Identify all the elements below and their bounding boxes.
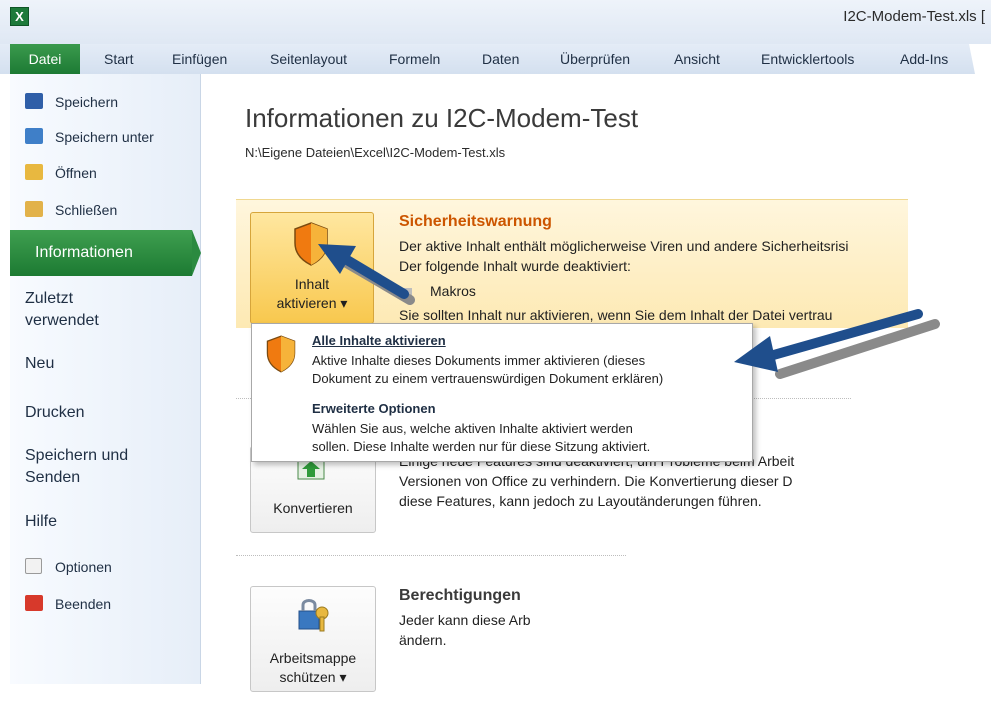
bullet-icon bbox=[404, 288, 412, 296]
section-divider bbox=[236, 555, 626, 556]
nav-info-label: Informationen bbox=[35, 244, 133, 261]
title-bar: X I2C-Modem-Test.xls [ bbox=[0, 0, 991, 44]
tab-datei[interactable]: Datei bbox=[10, 44, 80, 74]
security-warning-title: Sicherheitswarnung bbox=[399, 213, 552, 230]
enable-content-label-1: Inhalt bbox=[294, 276, 330, 292]
menu-item-enable-all-desc-1: Aktive Inhalte dieses Dokuments immer ak… bbox=[312, 353, 646, 368]
folder-open-icon bbox=[25, 164, 43, 180]
convert-text-3: diese Features, kann jedoch zu Layoutänd… bbox=[399, 493, 762, 509]
tab-seitenlayout[interactable]: Seitenlayout bbox=[270, 51, 347, 67]
nav-recent[interactable]: Zuletzt verwendet bbox=[25, 288, 99, 332]
tab-daten[interactable]: Daten bbox=[482, 51, 519, 67]
permissions-text-2: ändern. bbox=[399, 632, 447, 648]
options-icon bbox=[25, 558, 42, 574]
menu-item-advanced-desc-1: Wählen Sie aus, welche aktiven Inhalte a… bbox=[312, 421, 633, 436]
torn-edge-right bbox=[969, 44, 991, 713]
tab-formeln[interactable]: Formeln bbox=[389, 51, 440, 67]
menu-item-advanced-title: Erweiterte Optionen bbox=[312, 401, 436, 416]
nav-save-send[interactable]: Speichern und Senden bbox=[25, 445, 128, 489]
menu-item-enable-all-desc-2: Dokument zu einem vertrauenswürdigen Dok… bbox=[312, 371, 664, 386]
macros-item: Makros bbox=[430, 283, 476, 299]
enable-content-label-2: aktivieren ▾ bbox=[276, 295, 348, 311]
nav-print[interactable]: Drucken bbox=[25, 402, 85, 424]
menu-item-enable-all-title: Alle Inhalte aktivieren bbox=[312, 333, 446, 348]
security-line-2: Der folgende Inhalt wurde deaktiviert: bbox=[399, 258, 631, 274]
file-path: N:\Eigene Dateien\Excel\I2C-Modem-Test.x… bbox=[245, 145, 506, 160]
save-as-icon bbox=[25, 128, 43, 144]
nav-informationen[interactable]: Informationen bbox=[10, 230, 192, 276]
menu-item-advanced-desc-2: sollen. Diese Inhalte werden nur für die… bbox=[312, 439, 651, 454]
nav-recent-line1: Zuletzt bbox=[25, 290, 74, 307]
save-icon bbox=[25, 93, 43, 109]
tab-ueberpruefen[interactable]: Überprüfen bbox=[560, 51, 630, 67]
lock-key-icon bbox=[298, 599, 329, 632]
permissions-title: Berechtigungen bbox=[399, 587, 521, 604]
tab-ansicht[interactable]: Ansicht bbox=[674, 51, 720, 67]
shield-icon bbox=[294, 222, 328, 266]
nav-new[interactable]: Neu bbox=[25, 353, 54, 375]
shield-icon bbox=[266, 335, 296, 373]
enable-content-button[interactable]: Inhalt aktivieren ▾ bbox=[250, 212, 374, 324]
enable-content-menu: Alle Inhalte aktivieren Aktive Inhalte d… bbox=[251, 323, 753, 462]
convert-label: Konvertieren bbox=[273, 500, 353, 516]
excel-icon[interactable]: X bbox=[10, 7, 29, 26]
nav-help[interactable]: Hilfe bbox=[25, 511, 57, 533]
nav-active-pointer bbox=[192, 230, 201, 276]
nav-recent-line2: verwendet bbox=[25, 312, 99, 329]
tab-entwicklertools[interactable]: Entwicklertools bbox=[761, 51, 854, 67]
torn-edge-bottom bbox=[0, 695, 991, 713]
menu-item-enable-all[interactable]: Alle Inhalte aktivieren Aktive Inhalte d… bbox=[252, 324, 752, 392]
page-title: Informationen zu I2C-Modem-Test bbox=[245, 103, 639, 133]
exit-icon bbox=[25, 595, 43, 611]
tab-start[interactable]: Start bbox=[104, 51, 134, 67]
security-line-3: Sie sollten Inhalt nur aktivieren, wenn … bbox=[399, 307, 833, 323]
security-line-1: Der aktive Inhalt enthält möglicherweise… bbox=[399, 238, 849, 254]
convert-text-2: Versionen von Office zu verhindern. Die … bbox=[399, 473, 793, 489]
permissions-text-1: Jeder kann diese Arb bbox=[399, 612, 531, 628]
tab-einfuegen[interactable]: Einfügen bbox=[172, 51, 227, 67]
menu-item-advanced-options[interactable]: Erweiterte Optionen Wählen Sie aus, welc… bbox=[252, 394, 752, 460]
protect-label-1: Arbeitsmappe bbox=[269, 650, 357, 666]
folder-close-icon bbox=[25, 201, 43, 217]
nav-send-line2: Senden bbox=[25, 469, 81, 486]
nav-send-line1: Speichern und bbox=[25, 447, 129, 464]
window-title: I2C-Modem-Test.xls [ bbox=[843, 8, 985, 25]
